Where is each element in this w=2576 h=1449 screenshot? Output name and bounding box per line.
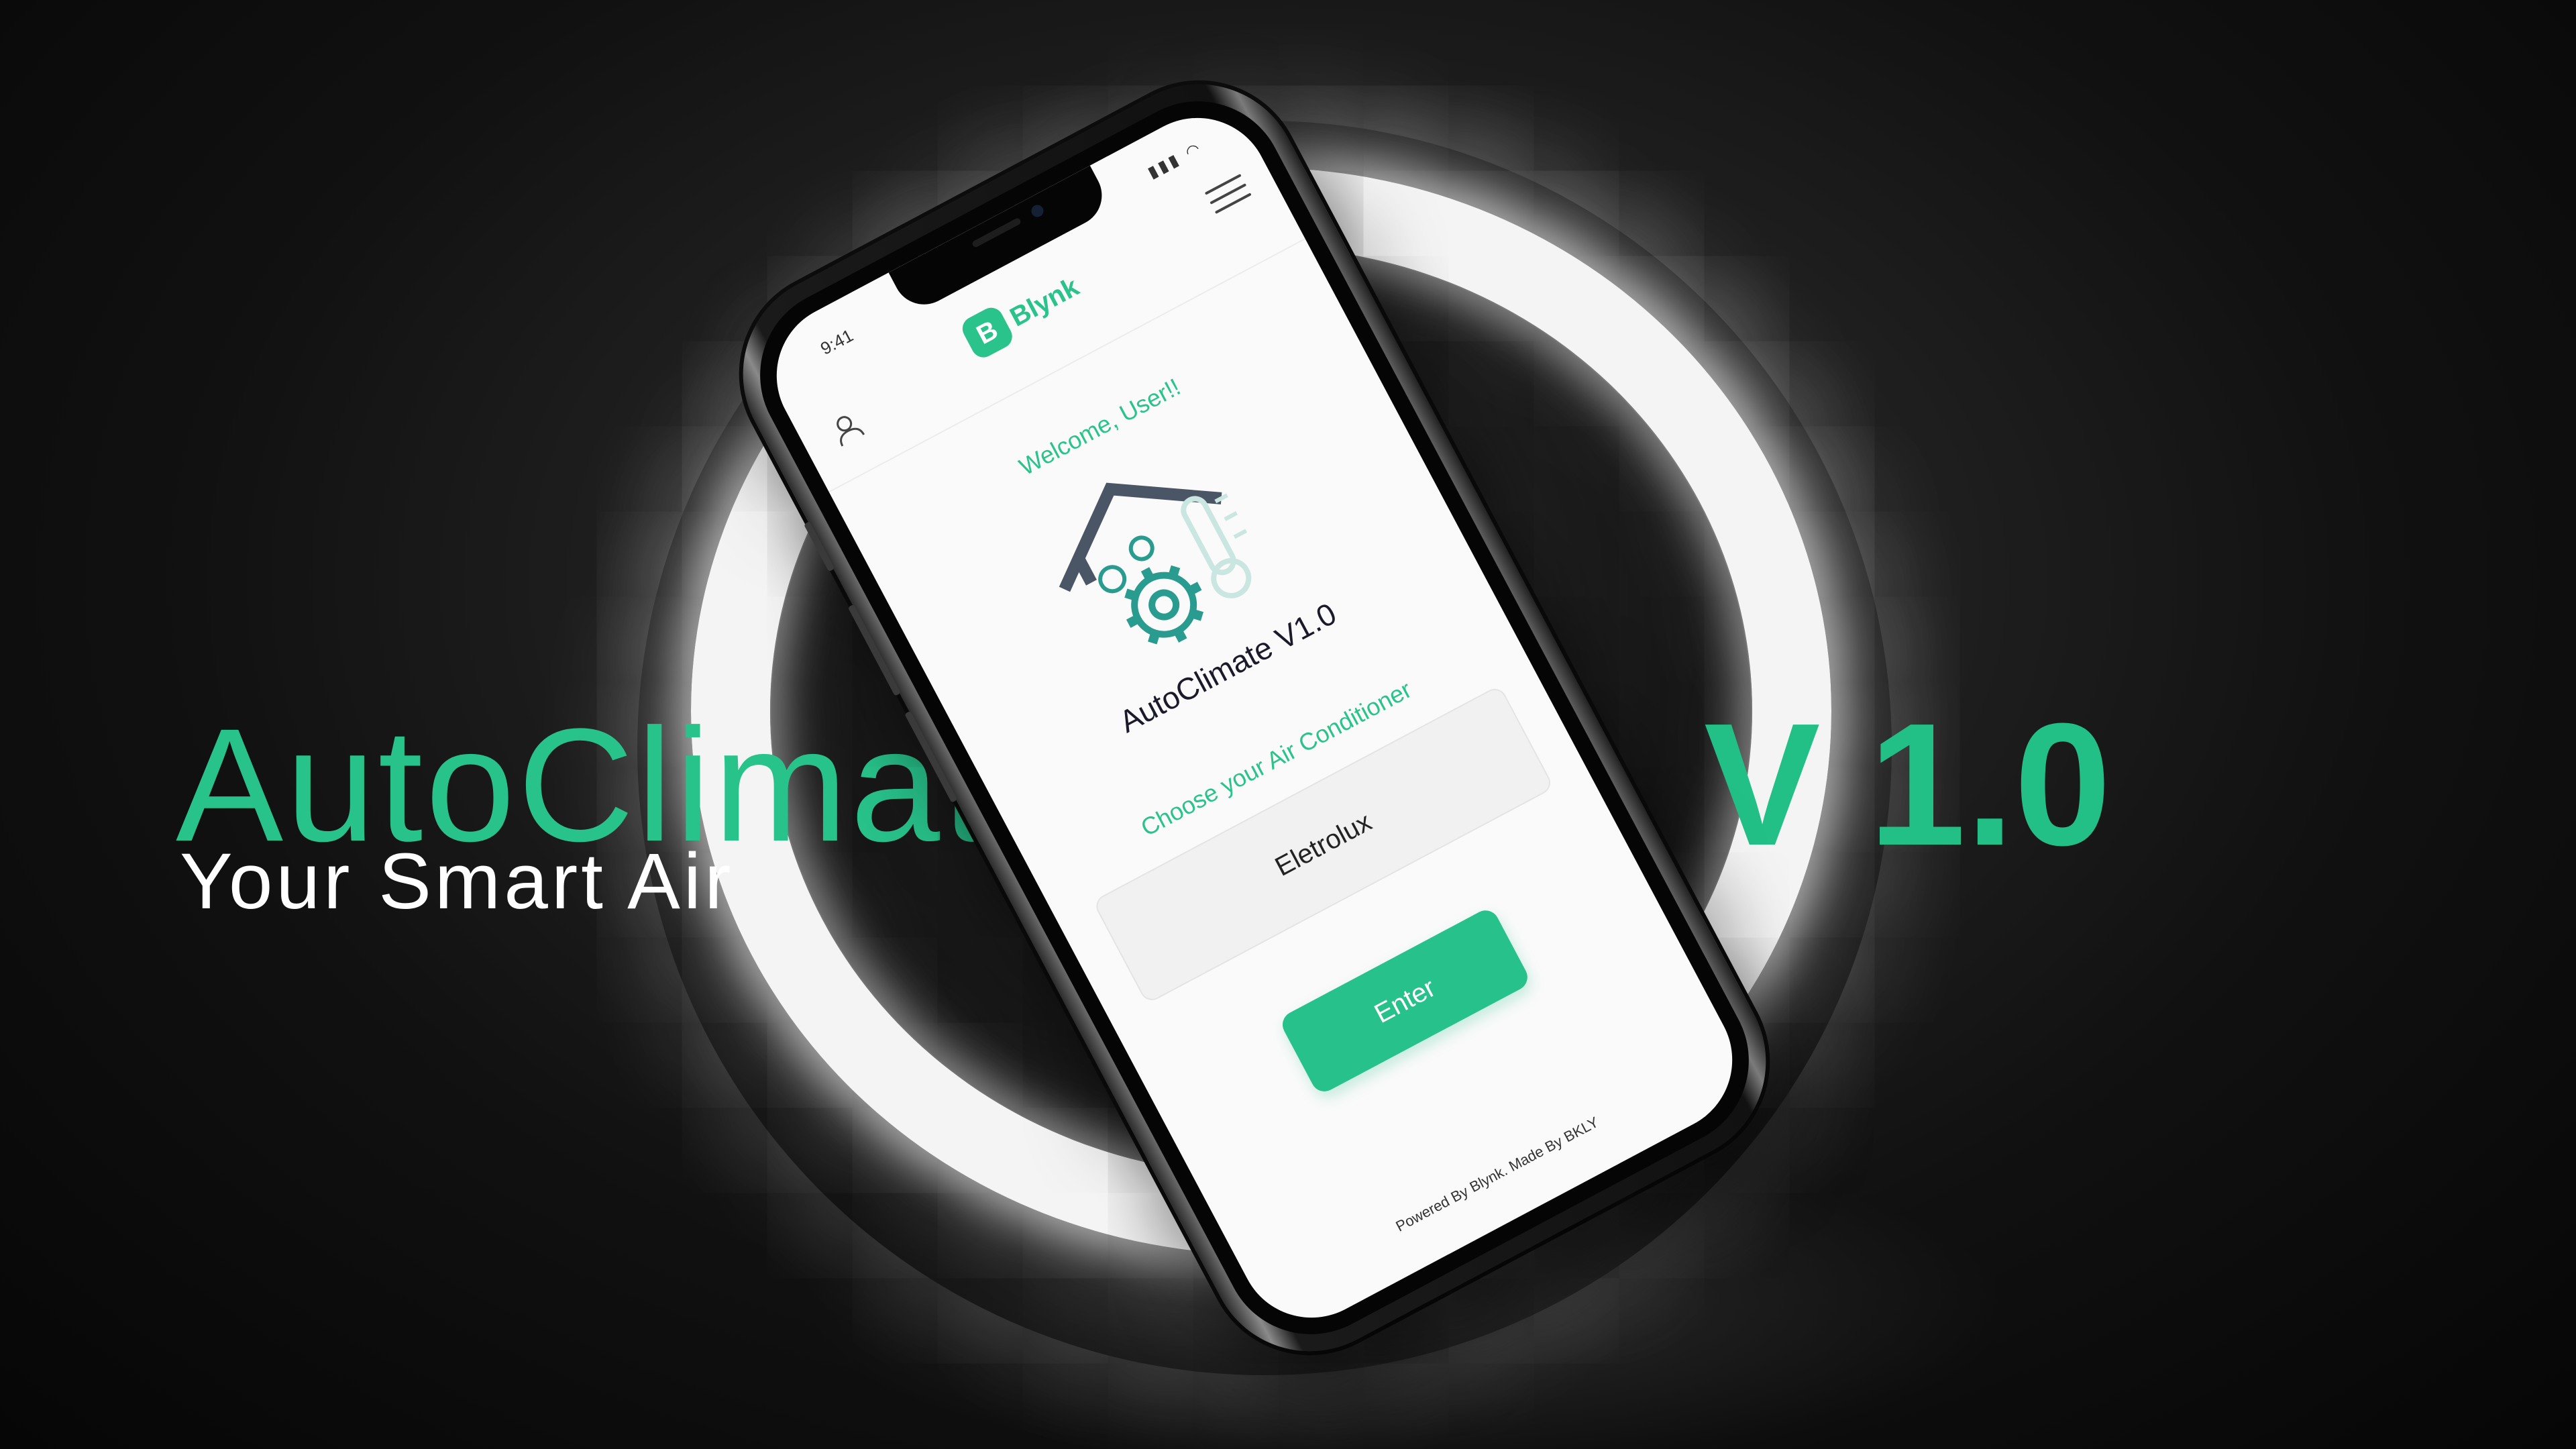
- status-icons: ▮▮▮ ◠: [1144, 138, 1206, 182]
- marketing-stage: AutoClimate Your Smart Air V 1.0 9:41 ▮▮…: [0, 0, 2576, 1449]
- menu-icon[interactable]: [1204, 174, 1253, 216]
- front-camera: [1029, 203, 1046, 219]
- user-icon[interactable]: [825, 407, 869, 450]
- blynk-logo-icon: B: [958, 303, 1017, 362]
- hero-version: V 1.0: [1704, 688, 2112, 882]
- brand-name: Blynk: [1005, 272, 1084, 332]
- enter-button[interactable]: Enter: [1277, 906, 1532, 1096]
- hero-subtitle: Your Smart Air: [180, 837, 735, 926]
- brand: B Blynk: [958, 266, 1087, 362]
- status-time: 9:41: [817, 325, 857, 359]
